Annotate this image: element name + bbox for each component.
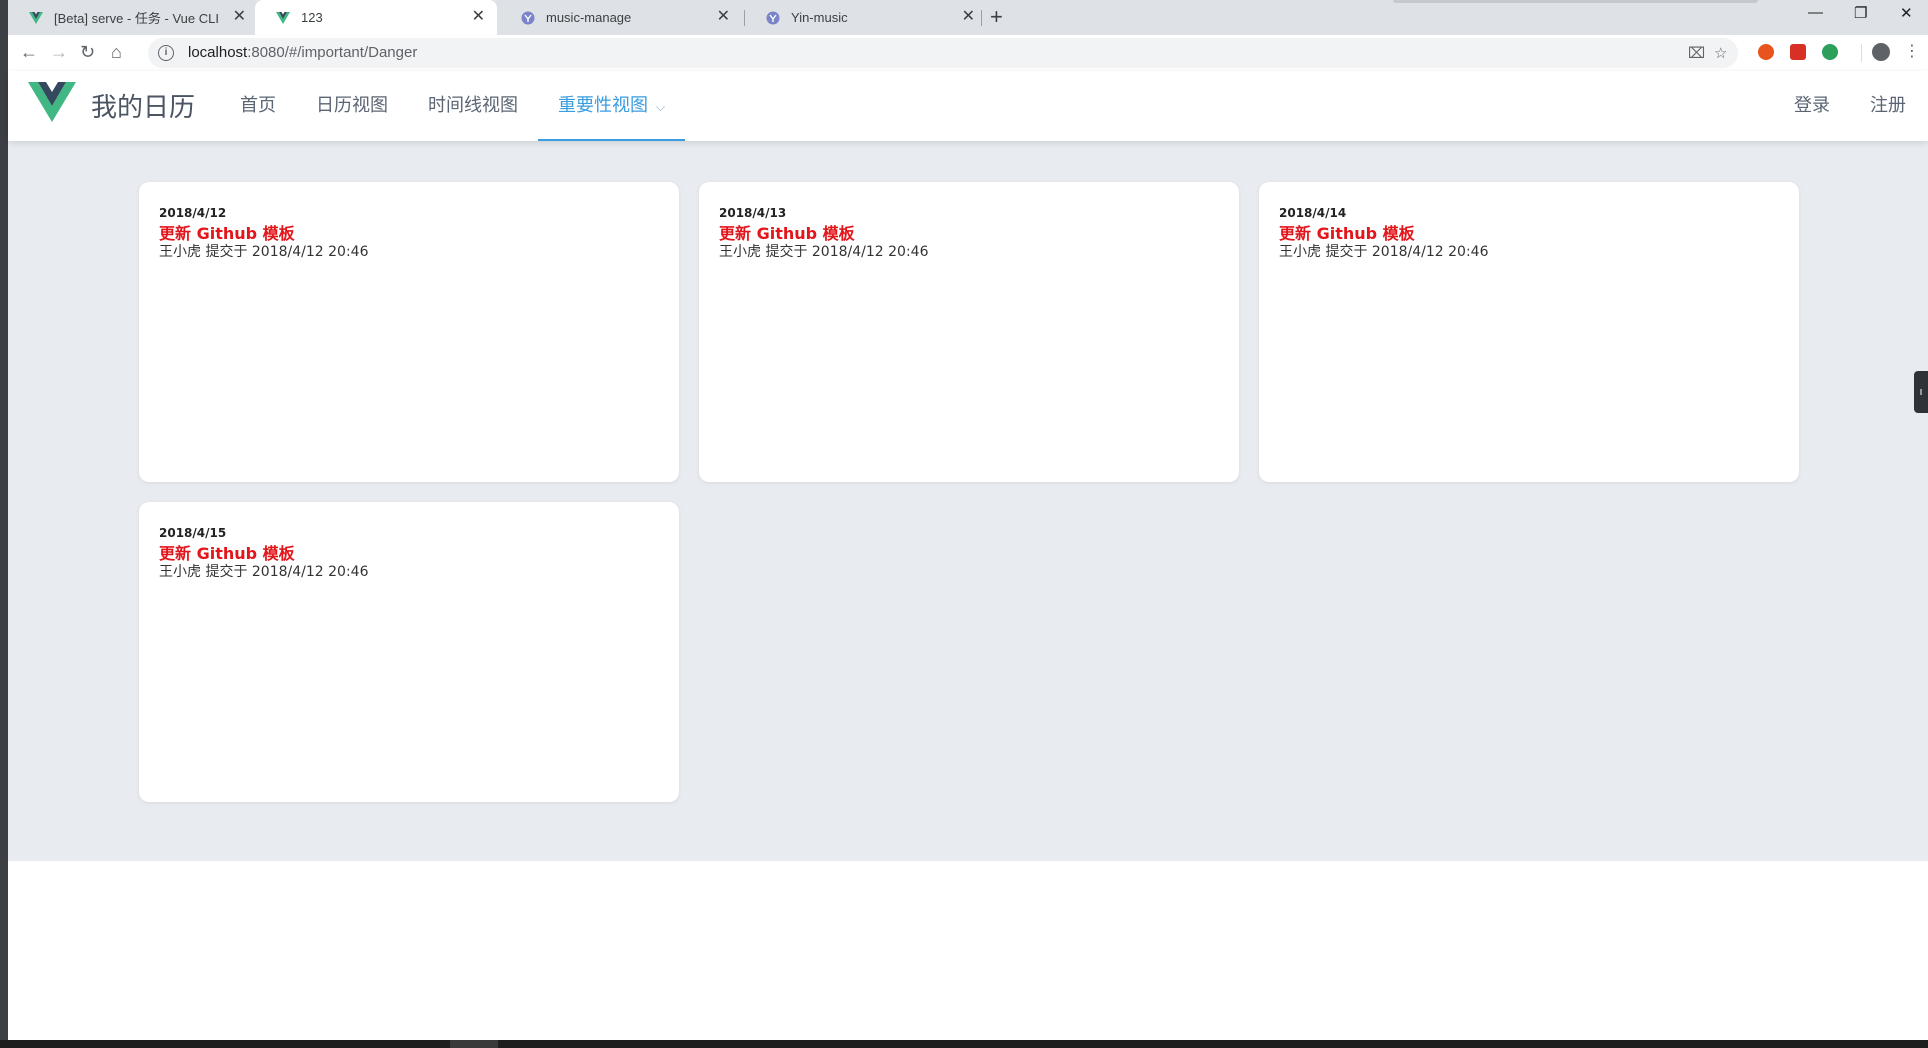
login-link[interactable]: 登录 <box>1794 71 1830 141</box>
tab-title: music-manage <box>546 10 632 25</box>
back-arrow-icon[interactable]: ← <box>20 40 38 64</box>
yin-icon <box>520 10 536 26</box>
event-card[interactable]: 2018/4/13 更新 Github 模板 王小虎 提交于 2018/4/12… <box>699 182 1239 482</box>
nav-item-calendar[interactable]: 日历视图 <box>316 71 388 141</box>
vue-icon <box>28 10 44 26</box>
register-link[interactable]: 注册 <box>1870 71 1906 141</box>
event-date: 2018/4/15 <box>159 526 227 540</box>
chevron-down-icon: ⌵ <box>656 100 666 114</box>
event-date: 2018/4/14 <box>1279 206 1347 220</box>
reload-icon[interactable]: ↻ <box>80 40 95 64</box>
side-panel-handle[interactable] <box>1914 371 1928 413</box>
info-icon[interactable]: i <box>158 45 174 61</box>
tab-vue-cli[interactable]: [Beta] serve - 任务 - Vue CLI ✕ <box>8 0 258 35</box>
profile-avatar-icon[interactable] <box>1872 43 1890 61</box>
event-meta: 王小虎 提交于 2018/4/12 20:46 <box>159 244 369 260</box>
minimize-icon[interactable]: — <box>1808 4 1823 21</box>
main-content: 2018/4/12 更新 Github 模板 王小虎 提交于 2018/4/12… <box>8 141 1928 861</box>
close-icon[interactable]: ✕ <box>962 8 975 26</box>
taskbar-edge <box>0 1040 1928 1048</box>
extension-icon[interactable] <box>1758 44 1774 60</box>
extension-icon[interactable] <box>1822 44 1838 60</box>
event-card[interactable]: 2018/4/14 更新 Github 模板 王小虎 提交于 2018/4/12… <box>1259 182 1799 482</box>
tab-title: 123 <box>301 10 323 25</box>
vue-logo-icon[interactable] <box>28 82 76 127</box>
close-icon[interactable]: ✕ <box>472 8 485 26</box>
tab-title: Yin-music <box>791 10 848 25</box>
yin-icon <box>765 10 781 26</box>
nav-item-importance[interactable]: 重要性视图 ⌵ <box>538 71 686 141</box>
translate-icon[interactable]: ⌧ <box>1688 44 1705 62</box>
home-icon[interactable]: ⌂ <box>111 40 122 64</box>
toolbar-separator <box>1861 44 1862 62</box>
tab-yin-music[interactable]: Yin-music ✕ <box>745 0 987 35</box>
close-icon[interactable]: ✕ <box>717 8 730 26</box>
bookmark-star-icon[interactable]: ☆ <box>1714 44 1727 62</box>
event-date: 2018/4/12 <box>159 206 227 220</box>
event-date: 2018/4/13 <box>719 206 787 220</box>
url-text[interactable]: localhost:8080/#/important/Danger <box>188 44 417 61</box>
extension-badge-icon[interactable] <box>1790 44 1806 60</box>
tab-123[interactable]: 123 ✕ <box>255 0 497 35</box>
event-card[interactable]: 2018/4/15 更新 Github 模板 王小虎 提交于 2018/4/12… <box>139 502 679 802</box>
forward-arrow-icon[interactable]: → <box>50 40 68 64</box>
nav-item-label: 重要性视图 <box>558 95 648 116</box>
restore-icon[interactable]: ❐ <box>1854 4 1867 22</box>
new-tab-plus-icon[interactable]: + <box>990 5 1003 29</box>
event-meta: 王小虎 提交于 2018/4/12 20:46 <box>1279 244 1489 260</box>
app-header: 我的日历 首页 日历视图 时间线视图 重要性视图 ⌵ 登录 注册 <box>8 71 1928 141</box>
address-bar[interactable]: i localhost:8080/#/important/Danger ⌧ ☆ <box>148 38 1738 68</box>
tab-separator <box>981 10 982 26</box>
desktop-left-edge <box>0 0 8 1048</box>
event-meta: 王小虎 提交于 2018/4/12 20:46 <box>159 564 369 580</box>
event-card[interactable]: 2018/4/12 更新 Github 模板 王小虎 提交于 2018/4/12… <box>139 182 679 482</box>
browser-toolbar: ← → ↻ ⌂ i localhost:8080/#/important/Dan… <box>8 35 1928 72</box>
nav-item-home[interactable]: 首页 <box>240 71 276 141</box>
menu-kebab-icon[interactable]: ⋮ <box>1904 40 1920 64</box>
tab-music-manage[interactable]: music-manage ✕ <box>500 0 742 35</box>
event-meta: 王小虎 提交于 2018/4/12 20:46 <box>719 244 929 260</box>
close-icon[interactable]: ✕ <box>233 8 246 26</box>
tab-title: [Beta] serve - 任务 - Vue CLI <box>54 11 219 26</box>
app-brand[interactable]: 我的日历 <box>91 87 195 124</box>
vue-icon <box>275 10 291 26</box>
nav-item-timeline[interactable]: 时间线视图 <box>428 71 518 141</box>
browser-tab-bar: [Beta] serve - 任务 - Vue CLI ✕ 123 ✕ musi… <box>8 0 1928 35</box>
close-window-icon[interactable]: ✕ <box>1900 4 1913 22</box>
tab-bar-shadow <box>1393 0 1758 3</box>
